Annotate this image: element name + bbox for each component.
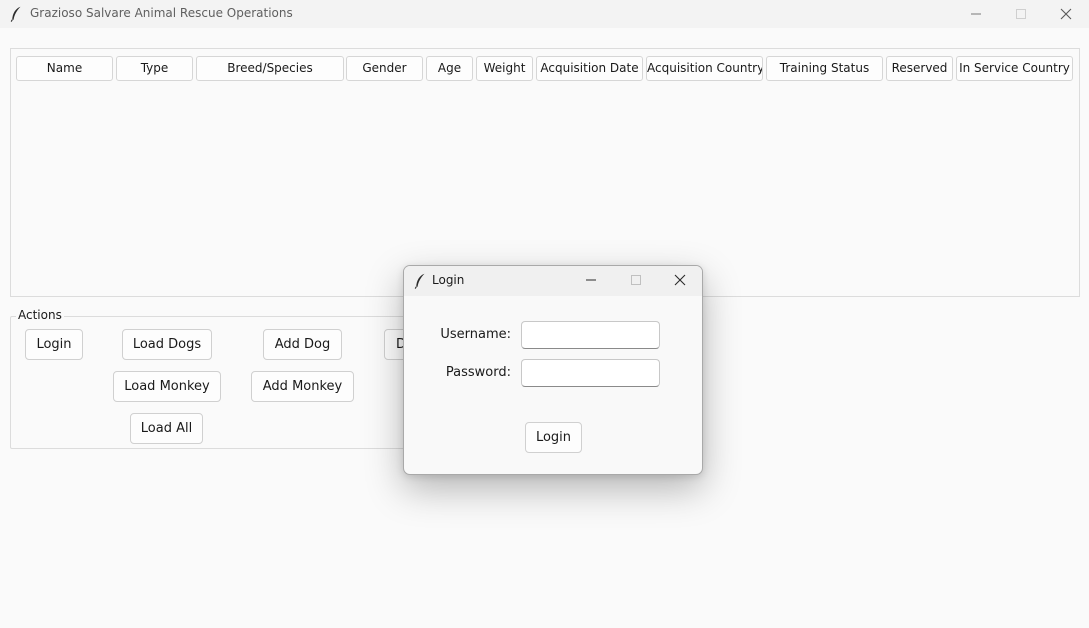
login-button[interactable]: Login [25,329,83,360]
actions-group-label: Actions [16,308,64,322]
login-submit-button[interactable]: Login [525,422,582,453]
window-title: Grazioso Salvare Animal Rescue Operation… [30,6,293,20]
close-icon [674,274,686,286]
maximize-icon [1016,9,1026,19]
dialog-minimize-button[interactable] [568,266,614,294]
username-input[interactable] [521,321,660,349]
add-monkey-button[interactable]: Add Monkey [251,371,354,402]
username-label: Username: [440,327,511,342]
login-dialog-title-bar: Login [404,266,702,296]
column-header-acquisition-country[interactable]: Acquisition Country [646,56,763,81]
minimize-button[interactable] [953,0,999,28]
column-header-gender[interactable]: Gender [346,56,423,81]
minimize-icon [586,279,596,281]
add-dog-button[interactable]: Add Dog [263,329,342,360]
column-header-training-status[interactable]: Training Status [766,56,883,81]
column-header-name[interactable]: Name [16,56,113,81]
animal-table[interactable]: Name Type Breed/Species Gender Age Weigh… [10,48,1080,297]
feather-icon [414,273,425,289]
column-header-acquisition-date[interactable]: Acquisition Date [536,56,643,81]
dialog-close-button[interactable] [657,266,702,294]
column-header-age[interactable]: Age [426,56,473,81]
column-header-reserved[interactable]: Reserved [886,56,953,81]
column-header-weight[interactable]: Weight [476,56,533,81]
password-input[interactable] [521,359,660,387]
feather-icon [10,6,21,22]
column-header-in-service-country[interactable]: In Service Country [956,56,1073,81]
dialog-maximize-button[interactable] [613,266,659,294]
minimize-icon [971,13,981,15]
password-label: Password: [445,365,511,380]
main-title-bar: Grazioso Salvare Animal Rescue Operation… [0,0,1089,28]
maximize-button[interactable] [998,0,1044,28]
login-dialog-title: Login [432,273,465,287]
load-dogs-button[interactable]: Load Dogs [122,329,212,360]
load-monkey-button[interactable]: Load Monkey [113,371,221,402]
login-dialog: Login Username: Password: Login [403,265,703,475]
load-all-button[interactable]: Load All [130,413,203,444]
maximize-icon [631,275,641,285]
close-icon [1060,8,1072,20]
close-button[interactable] [1043,0,1089,28]
column-header-type[interactable]: Type [116,56,193,81]
column-header-breed-species[interactable]: Breed/Species [196,56,344,81]
